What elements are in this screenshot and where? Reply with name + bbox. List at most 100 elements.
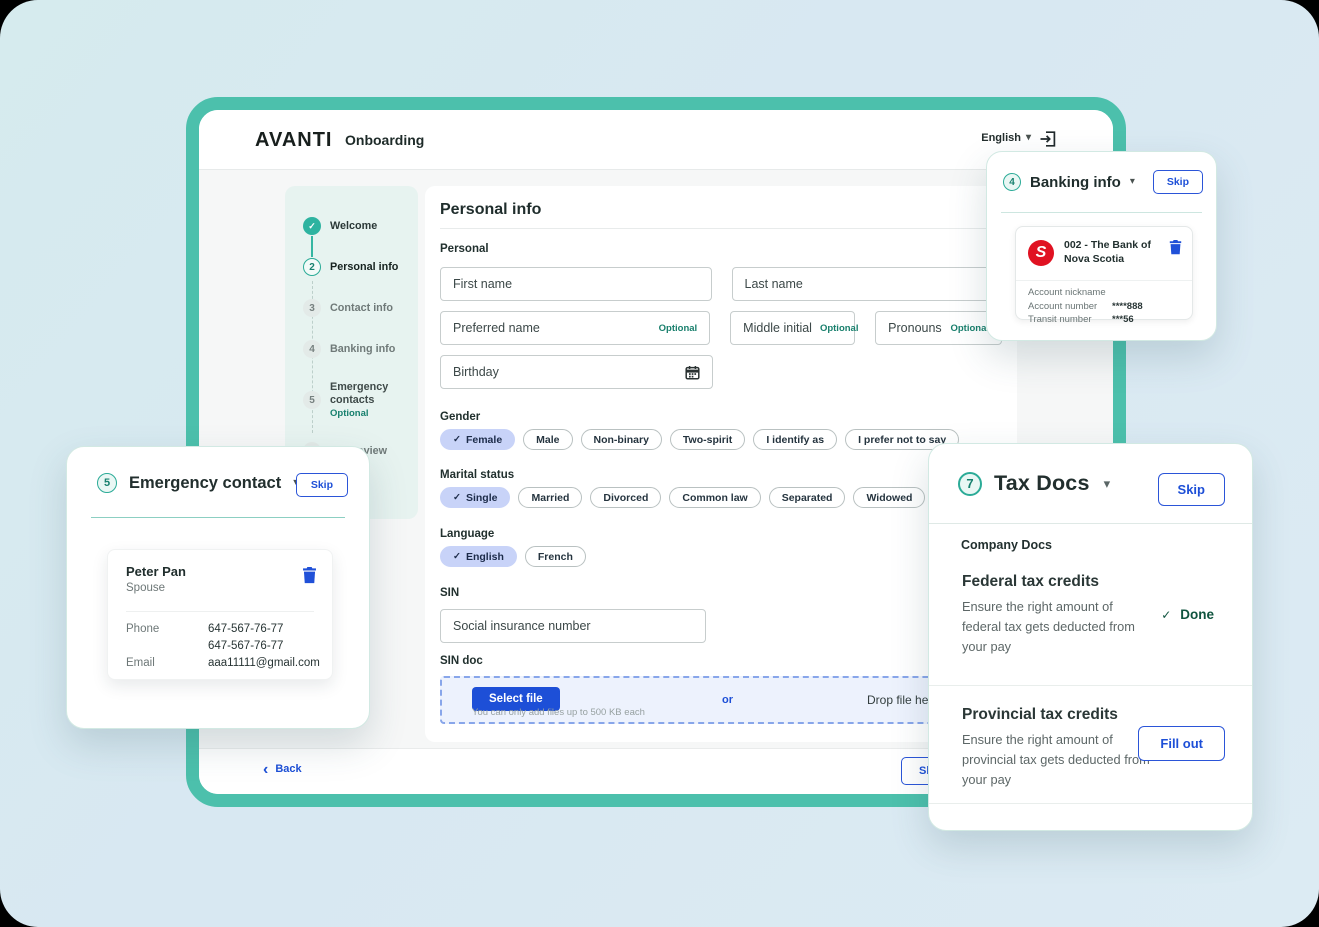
back-label: Back: [275, 763, 301, 775]
chip-label: I prefer not to say: [858, 434, 946, 446]
chip-label: Non-binary: [594, 434, 649, 446]
trash-icon[interactable]: [302, 567, 317, 584]
step-number-badge: 5: [303, 391, 321, 409]
banking-card-title: Banking info: [1030, 174, 1121, 191]
sin-label: SIN: [440, 586, 1002, 600]
phone-label-spacer: [126, 639, 208, 653]
preferred-name-placeholder: Preferred name: [453, 321, 540, 335]
federal-status-done: ✓ Done: [1161, 607, 1214, 622]
gender-chip-row: ✓ Female Male Non-binary Two-spirit I id…: [440, 429, 1002, 450]
tax-card-title: Tax Docs: [994, 471, 1090, 496]
contact-relation: Spouse: [126, 582, 165, 594]
sidebar-item-contact-info[interactable]: 3 Contact info: [303, 299, 418, 317]
federal-tax-credits-desc: Ensure the right amount of federal tax g…: [962, 597, 1152, 657]
chip-female[interactable]: ✓ Female: [440, 429, 515, 450]
chip-i-identify-as[interactable]: I identify as: [753, 429, 837, 450]
last-name-input[interactable]: Last name: [732, 267, 1003, 301]
step-number-badge: 2: [303, 258, 321, 276]
language-selector[interactable]: English ▾: [981, 132, 1031, 144]
chip-non-binary[interactable]: Non-binary: [581, 429, 662, 450]
federal-tax-credits-title: Federal tax credits: [962, 573, 1099, 591]
chip-married[interactable]: Married: [518, 487, 582, 508]
sin-input[interactable]: Social insurance number: [440, 609, 706, 643]
chip-separated[interactable]: Separated: [769, 487, 846, 508]
language-chip-row: ✓ English French: [440, 546, 1002, 567]
contact-name: Peter Pan: [126, 564, 186, 579]
check-icon: ✓: [453, 434, 461, 445]
chip-label: Widowed: [866, 492, 912, 504]
chevron-left-icon: ‹: [263, 764, 268, 775]
sidebar-item-personal-info[interactable]: 2 Personal info: [303, 258, 418, 276]
back-button[interactable]: ‹ Back: [263, 763, 302, 775]
first-name-placeholder: First name: [453, 277, 512, 291]
section-label-personal: Personal: [440, 242, 1002, 256]
chip-label: Separated: [782, 492, 833, 504]
sign-out-icon[interactable]: [1039, 130, 1057, 148]
chip-common-law[interactable]: Common law: [669, 487, 760, 508]
check-icon: ✓: [453, 551, 461, 562]
file-dropzone[interactable]: Select file You can only add files up to…: [440, 676, 1002, 724]
dropzone-or-text: or: [722, 694, 733, 706]
fill-out-button[interactable]: Fill out: [1138, 726, 1225, 761]
chip-label: French: [538, 551, 573, 563]
trash-icon[interactable]: [1169, 240, 1182, 255]
step-number-badge: 3: [303, 299, 321, 317]
check-icon: ✓: [1161, 608, 1171, 622]
step-number-badge: 4: [1003, 173, 1021, 191]
chip-label: Common law: [682, 492, 747, 504]
chip-divorced[interactable]: Divorced: [590, 487, 661, 508]
chip-english[interactable]: ✓ English: [440, 546, 517, 567]
tax-skip-button[interactable]: Skip: [1158, 473, 1225, 506]
sidebar-item-banking-info[interactable]: 4 Banking info: [303, 340, 418, 358]
emergency-contact-card: 5 Emergency contact ▾ Skip Peter Pan Spo…: [66, 446, 370, 729]
chevron-down-icon[interactable]: ▾: [1104, 476, 1111, 492]
middle-initial-placeholder: Middle initial: [743, 321, 812, 335]
page-background: AVANTI Onboarding English ▾ ✓: [0, 0, 1319, 927]
emergency-skip-button[interactable]: Skip: [296, 473, 348, 497]
middle-initial-input[interactable]: Middle initial Optional: [730, 311, 855, 345]
gender-label: Gender: [440, 410, 1002, 424]
sidebar-item-welcome[interactable]: ✓ Welcome: [303, 217, 418, 235]
first-name-input[interactable]: First name: [440, 267, 712, 301]
sidebar-item-emergency-contacts[interactable]: 5 Emergency contacts Optional: [303, 381, 418, 419]
optional-tag: Optional: [651, 323, 698, 334]
marital-status-label: Marital status: [440, 468, 1002, 482]
chip-label: Divorced: [603, 492, 648, 504]
row-value: ****888: [1112, 300, 1143, 314]
scotiabank-logo: S: [1028, 240, 1054, 266]
company-docs-label: Company Docs: [961, 538, 1052, 552]
chip-label: Male: [536, 434, 559, 446]
bank-account-card: S 002 - The Bank of Nova Scotia Account …: [1015, 226, 1193, 320]
email-label: Email: [126, 656, 208, 670]
dropzone-hint: You can only add files up to 500 KB each: [472, 707, 645, 718]
bank-name: 002 - The Bank of Nova Scotia: [1064, 238, 1170, 266]
step-number-badge: 4: [303, 340, 321, 358]
banking-skip-button[interactable]: Skip: [1153, 170, 1203, 194]
chip-single[interactable]: ✓ Single: [440, 487, 510, 508]
divider: [929, 523, 1252, 524]
provincial-tax-credits-desc: Ensure the right amount of provincial ta…: [962, 730, 1162, 790]
check-icon: ✓: [453, 492, 461, 503]
row-value: ***56: [1112, 313, 1134, 327]
divider: [929, 803, 1252, 804]
divider: [91, 517, 345, 518]
row-label: Transit number: [1028, 313, 1112, 327]
divider: [1016, 280, 1192, 281]
page-title: Personal info: [440, 200, 1002, 220]
divider: [440, 228, 1002, 229]
chip-widowed[interactable]: Widowed: [853, 487, 925, 508]
row-label: Account number: [1028, 300, 1112, 314]
stepper-connector-solid: [311, 236, 313, 257]
pronouns-input[interactable]: Pronouns Optional: [875, 311, 1002, 345]
divider: [929, 685, 1252, 686]
divider: [126, 611, 314, 612]
done-label: Done: [1180, 607, 1214, 622]
chevron-down-icon[interactable]: ▾: [1130, 177, 1135, 187]
chip-two-spirit[interactable]: Two-spirit: [670, 429, 745, 450]
calendar-icon[interactable]: [677, 365, 700, 380]
chip-male[interactable]: Male: [523, 429, 572, 450]
birthday-input[interactable]: Birthday: [440, 355, 713, 389]
phone-value-2: 647-567-76-77: [208, 639, 320, 653]
preferred-name-input[interactable]: Preferred name Optional: [440, 311, 710, 345]
chip-french[interactable]: French: [525, 546, 586, 567]
